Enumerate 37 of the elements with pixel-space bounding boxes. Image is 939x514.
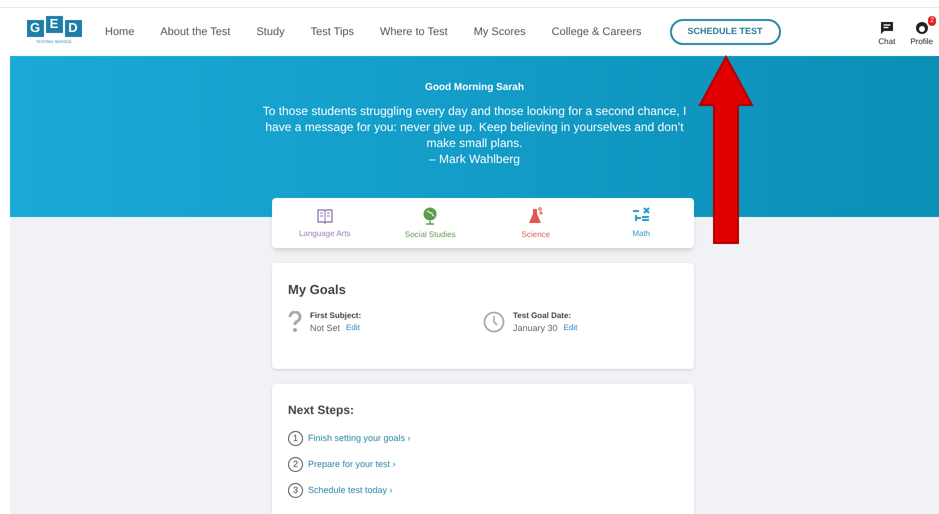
clock-icon: [483, 311, 505, 334]
book-icon: [316, 206, 334, 224]
goal-label: First Subject:: [310, 310, 362, 322]
step-link[interactable]: Schedule test today ›: [308, 484, 393, 498]
chat-button[interactable]: Chat: [878, 16, 898, 48]
nav-link[interactable]: College & Careers: [552, 24, 642, 40]
card-title: Next Steps:: [288, 402, 356, 419]
card-title: My Goals: [288, 281, 347, 299]
nav-link[interactable]: Where to Test: [380, 24, 448, 40]
nav-link[interactable]: About the Test: [160, 24, 230, 40]
edit-link[interactable]: Edit: [564, 322, 578, 334]
nav-link[interactable]: Home: [105, 24, 134, 40]
edit-link[interactable]: Edit: [346, 322, 360, 334]
subject-tab[interactable]: Social Studies: [378, 206, 483, 240]
subject-tab[interactable]: Language Arts: [272, 206, 378, 240]
subject-tab[interactable]: Science: [483, 206, 588, 240]
chat-icon: [880, 21, 894, 35]
goal-value: Not Set: [310, 322, 340, 334]
step-number: 1: [288, 431, 303, 446]
goal-label: Test Goal Date:: [513, 310, 572, 322]
quote-text: To those students struggling every day and those looking for a second chance, I have a message for you: never give up. Keep believing in yourselves and don’t make small plans.: [262, 103, 687, 151]
step-link[interactable]: Prepare for your test ›: [308, 458, 396, 472]
flask-icon: [528, 206, 544, 226]
greeting: Good Morning Sarah: [425, 81, 524, 95]
step-number: 2: [288, 457, 303, 472]
step-number: 3: [288, 483, 303, 498]
nav-link[interactable]: Study: [256, 24, 285, 40]
goal-value: January 30: [513, 322, 558, 335]
nav-link[interactable]: My Scores: [474, 24, 526, 40]
quote-author: – Mark Wahlberg: [429, 151, 520, 167]
step-link[interactable]: Finish setting your goals ›: [308, 432, 411, 446]
schedule-test-button[interactable]: SCHEDULE TEST: [670, 19, 781, 45]
person-icon: [914, 21, 929, 35]
globe-icon: [421, 206, 440, 226]
subject-tab[interactable]: Math: [588, 206, 694, 240]
nav-link[interactable]: Test Tips: [310, 24, 354, 40]
question-mark-icon: [288, 311, 302, 334]
